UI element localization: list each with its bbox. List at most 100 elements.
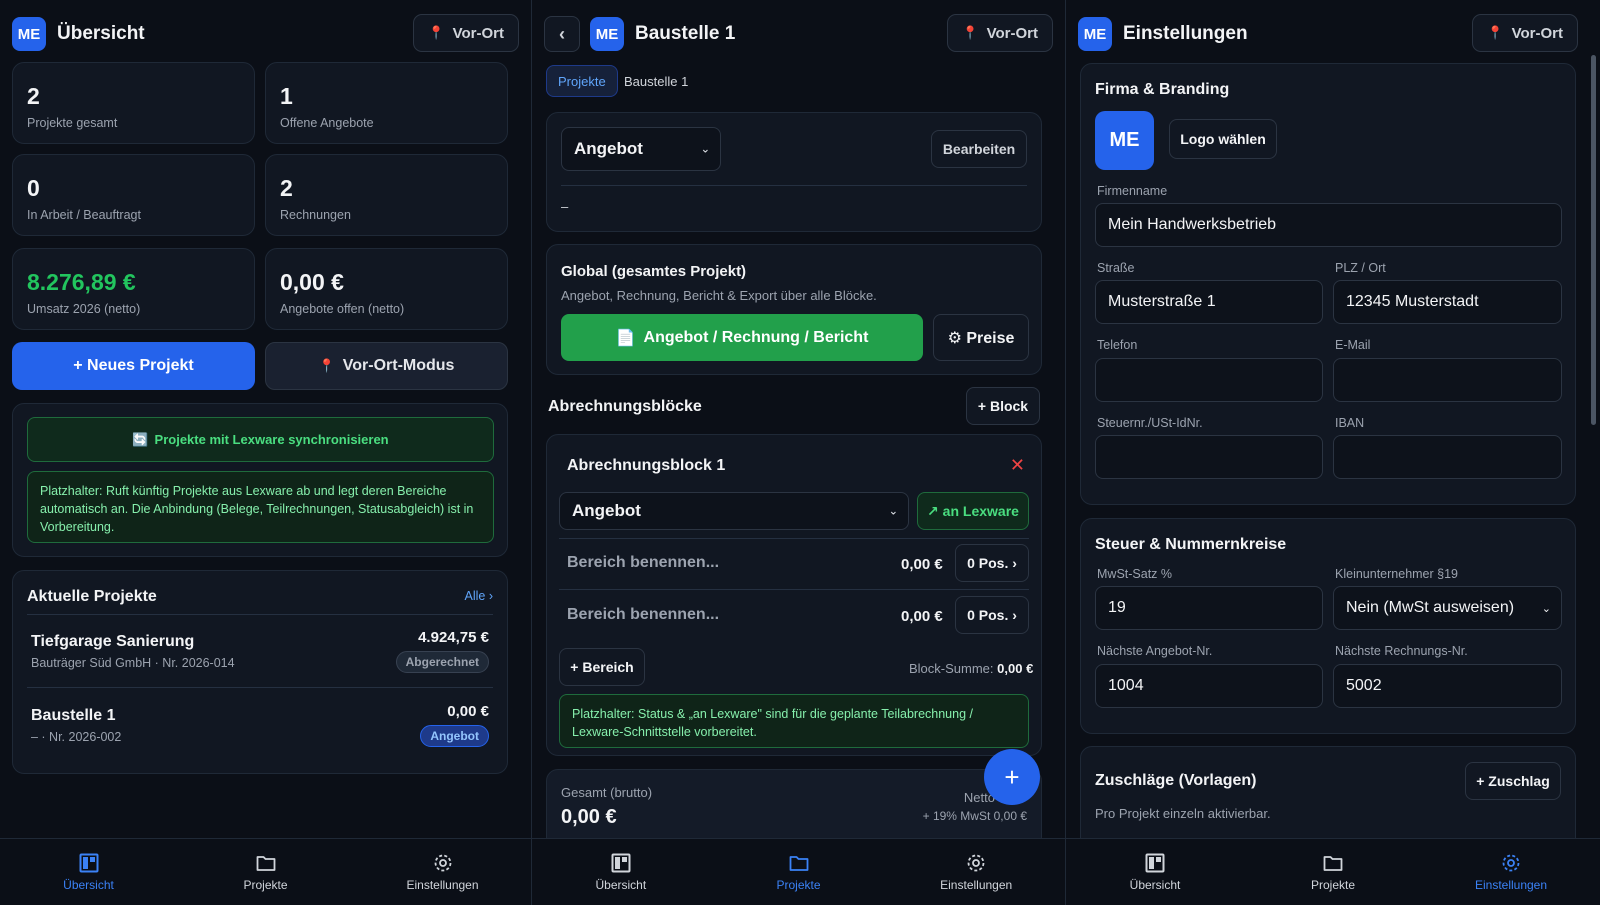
back-button[interactable]: ‹ — [544, 16, 580, 52]
email-field[interactable] — [1333, 358, 1562, 402]
nav-label: Übersicht — [1129, 878, 1181, 892]
divider — [561, 185, 1027, 186]
scrollbar[interactable] — [1591, 55, 1596, 425]
sync-note: Platzhalter: Ruft künftig Projekte aus L… — [27, 471, 494, 543]
vat-label: MwSt-Satz % — [1097, 567, 1173, 581]
positions-button[interactable]: 0 Pos. › — [955, 596, 1029, 634]
nav-label: Übersicht — [595, 878, 647, 892]
dashboard-icon — [78, 852, 100, 874]
area-amount: 0,00 € — [901, 608, 943, 625]
onsite-button[interactable]: 📍 Vor-Ort — [413, 14, 519, 52]
phone-field[interactable] — [1095, 358, 1323, 402]
next-invoice-field[interactable]: 5002 — [1333, 664, 1562, 708]
phone-label: Telefon — [1097, 338, 1138, 352]
stat-value: 2 — [280, 175, 293, 201]
project-sub: – · Nr. 2026-002 — [31, 730, 122, 744]
stat-label: In Arbeit / Beauftragt — [27, 208, 141, 222]
company-logo: ME — [1095, 111, 1154, 170]
pin-icon: 📍 — [428, 25, 445, 40]
project-amount: 4.924,75 € — [418, 629, 489, 646]
tax-section-title: Steuer & Nummernkreise — [1095, 536, 1287, 553]
divider — [559, 589, 1029, 590]
choose-logo-button[interactable]: Logo wählen — [1169, 119, 1277, 159]
company-label: Firmenname — [1097, 184, 1168, 198]
branding-card: Firma & Branding ME Logo wählen Firmenna… — [1080, 63, 1576, 505]
block-sum-label: Block-Summe: — [909, 661, 994, 676]
small-business-select[interactable]: Nein (MwSt ausweisen) ⌄ — [1333, 586, 1562, 630]
stat-card-revenue: 8.276,89 € Umsatz 2026 (netto) — [12, 248, 255, 330]
city-field[interactable]: 12345 Musterstadt — [1333, 280, 1562, 324]
iban-field[interactable] — [1333, 435, 1562, 479]
add-block-button[interactable]: + Block — [966, 387, 1040, 425]
dashboard-icon — [610, 852, 632, 874]
sync-lexware-button[interactable]: 🔄 Projekte mit Lexware synchronisieren — [27, 417, 494, 462]
nav-settings[interactable]: Einstellungen — [354, 839, 531, 905]
bottom-nav: Übersicht Projekte Einstellungen — [532, 838, 1065, 905]
tax-numbering-card: Steuer & Nummernkreise MwSt-Satz % 19 Kl… — [1080, 518, 1576, 734]
project-panel: ‹ ME Baustelle 1 📍 Vor-Ort Projekte Baus… — [532, 0, 1066, 905]
select-value: Nein (MwSt ausweisen) — [1346, 599, 1515, 616]
tax-id-field[interactable] — [1095, 435, 1323, 479]
surcharges-title: Zuschläge (Vorlagen) — [1095, 772, 1257, 789]
pin-icon: 📍 — [1487, 25, 1504, 40]
vat-label: + 19% MwSt 0,00 € — [922, 809, 1027, 823]
add-fab-button[interactable]: + — [984, 749, 1040, 805]
next-offer-field[interactable]: 1004 — [1095, 664, 1323, 708]
document-button[interactable]: 📄 Angebot / Rechnung / Bericht — [561, 314, 923, 361]
surcharges-card: Zuschläge (Vorlagen) + Zuschlag Pro Proj… — [1080, 746, 1576, 838]
nav-label: Einstellungen — [406, 878, 479, 892]
to-lexware-button[interactable]: ↗ an Lexware — [917, 492, 1029, 530]
nav-label: Einstellungen — [940, 878, 1013, 892]
onsite-button[interactable]: 📍 Vor-Ort — [1472, 14, 1578, 52]
nav-overview[interactable]: Übersicht — [0, 839, 177, 905]
area-name: Bereich benennen... — [567, 554, 720, 571]
new-project-button[interactable]: + Neues Projekt — [12, 342, 255, 390]
close-icon[interactable]: ✕ — [1010, 455, 1025, 476]
breadcrumb-projects[interactable]: Projekte — [546, 65, 618, 97]
pin-icon: 📍 — [962, 25, 979, 40]
document-label: Angebot / Rechnung / Bericht — [643, 328, 869, 346]
project-status-select[interactable]: Angebot ⌄ — [561, 127, 721, 171]
nav-label: Projekte — [243, 878, 288, 892]
edit-button[interactable]: Bearbeiten — [931, 130, 1027, 168]
company-name-field[interactable]: Mein Handwerksbetrieb — [1095, 203, 1562, 247]
app-logo-badge: ME — [590, 17, 624, 51]
street-field[interactable]: Musterstraße 1 — [1095, 280, 1323, 324]
nav-projects[interactable]: Projekte — [1244, 839, 1422, 905]
status-badge: Angebot — [420, 725, 489, 747]
add-area-button[interactable]: + Bereich — [559, 648, 645, 686]
add-surcharge-button[interactable]: + Zuschlag — [1465, 762, 1561, 800]
billing-block-card: Abrechnungsblock 1 ✕ Angebot ⌄ ↗ an Lexw… — [546, 434, 1042, 756]
onsite-button[interactable]: 📍 Vor-Ort — [947, 14, 1053, 52]
block-status-select[interactable]: Angebot ⌄ — [559, 492, 909, 530]
block-sum-value: 0,00 € — [997, 661, 1034, 676]
sync-icon: 🔄 — [132, 431, 149, 447]
nav-settings[interactable]: Einstellungen — [1422, 839, 1600, 905]
project-header: ‹ ME Baustelle 1 📍 Vor-Ort — [544, 14, 1053, 54]
select-value: Angebot — [574, 139, 643, 158]
stat-label: Rechnungen — [280, 208, 351, 222]
onsite-label: Vor-Ort — [452, 24, 504, 42]
all-projects-link[interactable]: Alle › — [465, 589, 493, 603]
project-status-card: Angebot ⌄ Bearbeiten – — [546, 112, 1042, 232]
divider — [27, 614, 493, 615]
nav-settings[interactable]: Einstellungen — [887, 839, 1065, 905]
onsite-mode-button[interactable]: 📍 Vor-Ort-Modus — [265, 342, 508, 390]
recent-projects-title: Aktuelle Projekte — [27, 588, 157, 605]
project-description: – — [561, 199, 569, 214]
bottom-nav: Übersicht Projekte Einstellungen — [0, 838, 531, 905]
sync-card: 🔄 Projekte mit Lexware synchronisieren P… — [12, 403, 508, 557]
nav-overview[interactable]: Übersicht — [1066, 839, 1244, 905]
project-amount: 0,00 € — [447, 703, 489, 720]
nav-overview[interactable]: Übersicht — [532, 839, 710, 905]
street-label: Straße — [1097, 261, 1135, 275]
page-title: Übersicht — [57, 23, 145, 44]
positions-button[interactable]: 0 Pos. › — [955, 544, 1029, 582]
vat-rate-field[interactable]: 19 — [1095, 586, 1323, 630]
overview-header: ME Übersicht 📍 Vor-Ort — [12, 14, 519, 54]
select-value: Angebot — [572, 501, 641, 520]
project-name: Baustelle 1 — [31, 707, 116, 724]
prices-button[interactable]: ⚙ Preise — [933, 314, 1029, 361]
nav-projects[interactable]: Projekte — [710, 839, 888, 905]
nav-projects[interactable]: Projekte — [177, 839, 354, 905]
